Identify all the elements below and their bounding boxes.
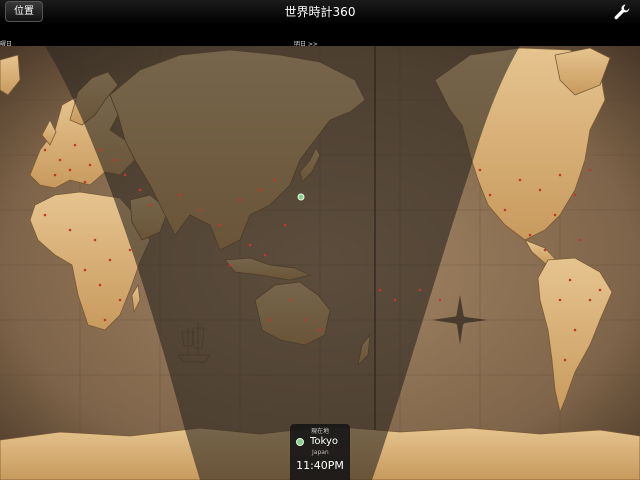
world-map[interactable] <box>0 46 640 480</box>
wrench-icon <box>614 4 630 20</box>
settings-button[interactable] <box>612 2 632 22</box>
date-line-strip: 曜日 明日 >> <box>0 24 640 48</box>
current-location-panel[interactable]: 現在地 Tokyo Japan 11:40PM <box>290 424 350 480</box>
location-status-dot-icon <box>296 438 304 446</box>
top-navigation-bar: 位置 世界時計360 <box>0 0 640 24</box>
app-title: 世界時計360 <box>284 5 356 19</box>
current-country-name: Japan <box>312 449 329 456</box>
current-local-time: 11:40PM <box>296 459 344 472</box>
current-city-name: Tokyo <box>310 436 338 447</box>
world-map-graphic <box>0 46 640 480</box>
current-location-header: 現在地 <box>310 428 329 435</box>
current-location-marker <box>297 193 305 201</box>
